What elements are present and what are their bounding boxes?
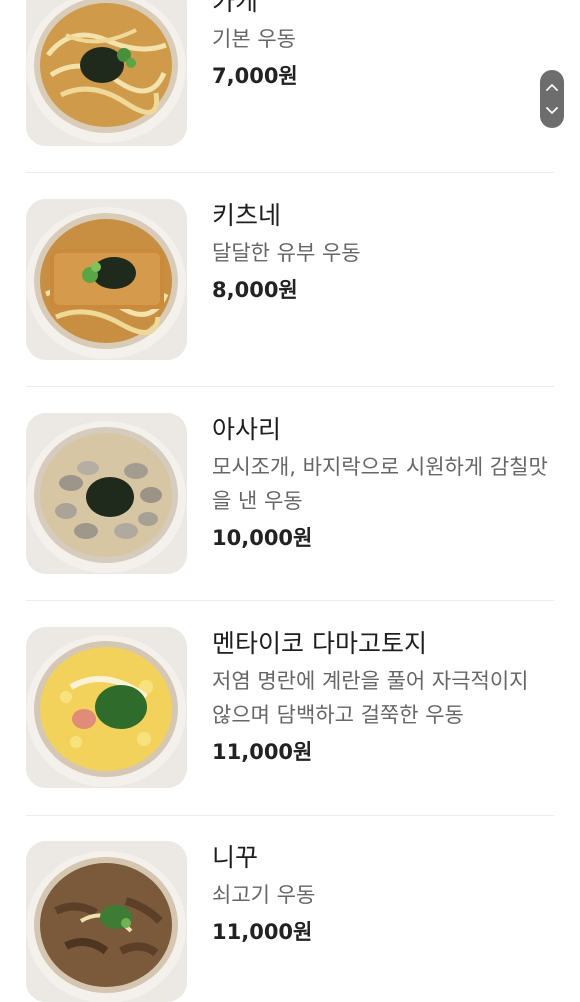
menu-item-kake[interactable]: 카케 기본 우동 7,000원 bbox=[26, 0, 554, 146]
menu-item-description: 쇠고기 우동 bbox=[212, 883, 316, 907]
menu-item-name: 아사리 bbox=[212, 415, 282, 444]
udon-bowl-asari-icon bbox=[26, 413, 187, 574]
menu-item-name: 키츠네 bbox=[212, 201, 282, 230]
menu-item-name: 카케 bbox=[212, 0, 259, 16]
menu-item-text: 키츠네 달달한 유부 우동 8,000원 bbox=[212, 199, 552, 307]
menu-item-description: 저염 명란에 계란을 풀어 자극적이지 않으며 담백하고 걸쭉한 우동 bbox=[212, 669, 529, 727]
menu-item-mentaiko[interactable]: 멘타이코 다마고토지 저염 명란에 계란을 풀어 자극적이지 않으며 담백하고 … bbox=[26, 627, 554, 788]
menu-item-price: 7,000원 bbox=[212, 64, 298, 88]
menu-list: 카케 기본 우동 7,000원 키츠네 달달한 유부 우동 8,000원 아사리… bbox=[0, 0, 580, 1002]
divider bbox=[26, 172, 554, 173]
menu-item-text: 니꾸 쇠고기 우동 11,000원 bbox=[212, 841, 552, 949]
divider bbox=[26, 815, 554, 816]
menu-item-description: 기본 우동 bbox=[212, 27, 296, 51]
menu-item-name: 니꾸 bbox=[212, 843, 259, 872]
scroll-control[interactable] bbox=[540, 70, 564, 128]
udon-bowl-mentaiko-icon bbox=[26, 627, 187, 788]
menu-item-description: 달달한 유부 우동 bbox=[212, 241, 361, 265]
menu-item-price: 8,000원 bbox=[212, 278, 298, 302]
menu-item-text: 카케 기본 우동 7,000원 bbox=[212, 0, 552, 93]
menu-item-asari[interactable]: 아사리 모시조개, 바지락으로 시원하게 감칠맛을 낸 우동 10,000원 bbox=[26, 413, 554, 574]
menu-item-name: 멘타이코 다마고토지 bbox=[212, 629, 427, 658]
udon-bowl-kitsune-icon bbox=[26, 199, 187, 360]
menu-item-price: 11,000원 bbox=[212, 740, 313, 764]
udon-bowl-kake-icon bbox=[26, 0, 187, 146]
menu-item-description: 모시조개, 바지락으로 시원하게 감칠맛을 낸 우동 bbox=[212, 455, 548, 513]
menu-item-kitsune[interactable]: 키츠네 달달한 유부 우동 8,000원 bbox=[26, 199, 554, 360]
menu-item-price: 11,000원 bbox=[212, 920, 313, 944]
chevron-up-icon[interactable] bbox=[540, 75, 564, 99]
menu-item-text: 멘타이코 다마고토지 저염 명란에 계란을 풀어 자극적이지 않으며 담백하고 … bbox=[212, 627, 552, 769]
menu-item-niku[interactable]: 니꾸 쇠고기 우동 11,000원 bbox=[26, 841, 554, 1002]
divider bbox=[26, 600, 554, 601]
chevron-down-icon[interactable] bbox=[540, 99, 564, 123]
udon-bowl-niku-icon bbox=[26, 841, 187, 1002]
menu-item-text: 아사리 모시조개, 바지락으로 시원하게 감칠맛을 낸 우동 10,000원 bbox=[212, 413, 552, 555]
menu-item-price: 10,000원 bbox=[212, 526, 313, 550]
divider bbox=[26, 386, 554, 387]
